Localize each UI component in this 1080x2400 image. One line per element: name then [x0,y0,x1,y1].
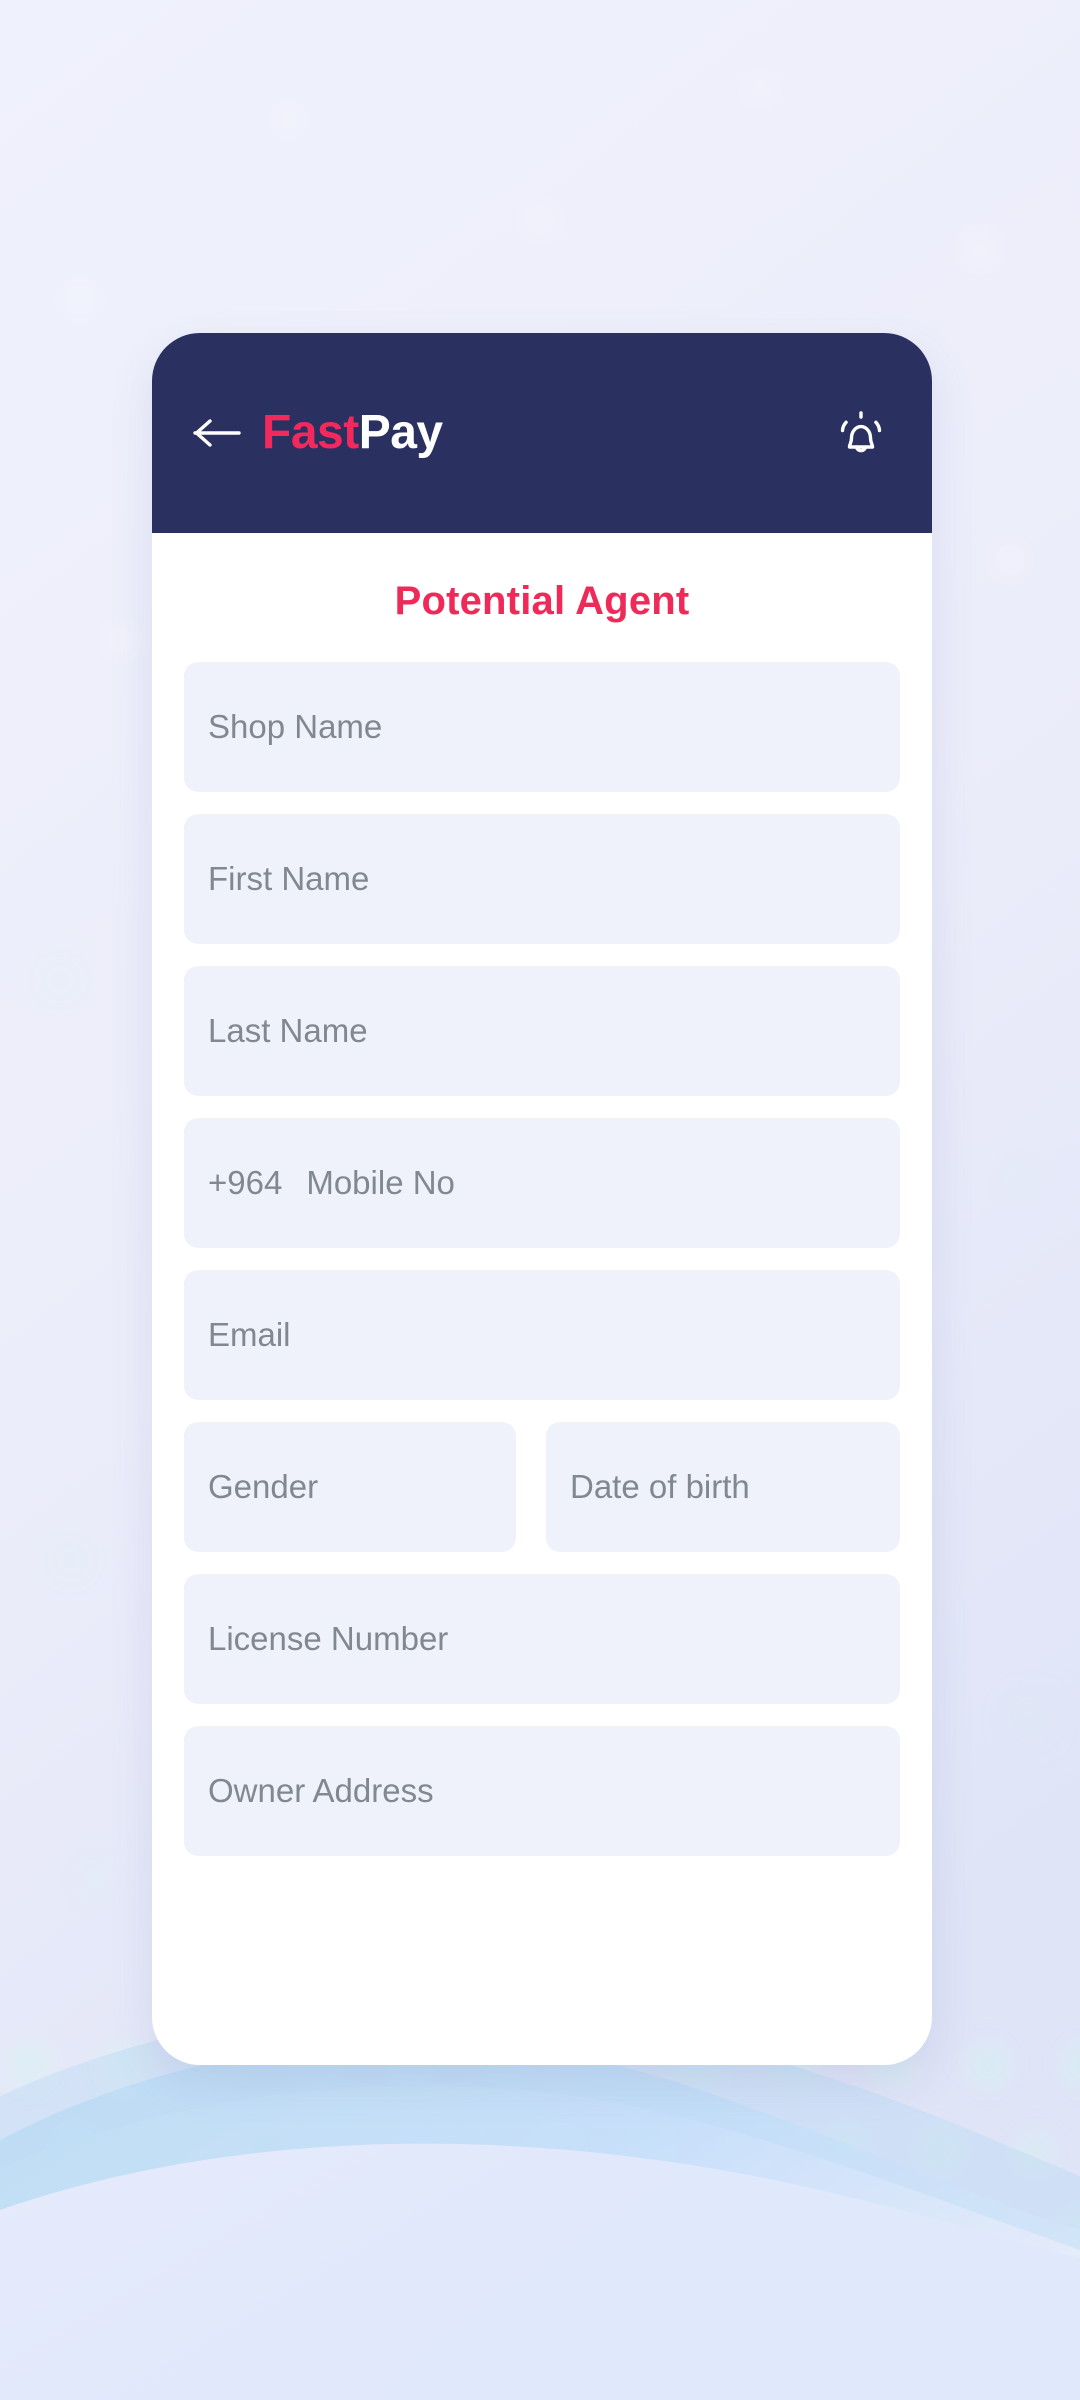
notifications-button[interactable] [828,400,894,466]
field-mobile-no[interactable]: +964 Mobile No [184,1118,900,1248]
field-date-of-birth[interactable]: Date of birth [546,1422,900,1552]
field-license-number[interactable]: License Number [184,1574,900,1704]
field-date-of-birth-placeholder: Date of birth [570,1468,750,1505]
field-owner-address-placeholder: Owner Address [208,1772,434,1809]
field-last-name-placeholder: Last Name [208,1012,368,1049]
field-license-number-placeholder: License Number [208,1620,449,1657]
field-shop-name[interactable]: Shop Name [184,662,900,792]
field-last-name[interactable]: Last Name [184,966,900,1096]
logo-part-fast: Fast [262,406,359,459]
form-fields-secondary: License Number Owner Address [184,1574,900,1856]
field-gender-placeholder: Gender [208,1468,319,1505]
page-title: Potential Agent [394,579,690,623]
bell-ringing-icon [840,411,882,453]
field-email[interactable]: Email [184,1270,900,1400]
field-gender[interactable]: Gender [184,1422,516,1552]
form-field-row-gender-dob: Gender Date of birth [184,1422,900,1552]
field-owner-address[interactable]: Owner Address [184,1726,900,1856]
field-email-placeholder: Email [208,1316,291,1353]
form-fields-primary: Shop Name First Name Last Name +964 Mobile N… [184,662,900,1400]
field-first-name-placeholder: First Name [208,860,370,897]
screen-card: FastPay Potential Agent Shop Name First N… [152,333,932,2065]
field-shop-name-placeholder: Shop Name [208,708,383,745]
back-button[interactable] [186,402,248,464]
arrow-left-icon [193,419,241,447]
field-mobile-no-placeholder: Mobile No [306,1164,455,1201]
logo-part-pay: Pay [358,406,443,459]
field-first-name[interactable]: First Name [184,814,900,944]
app-bar: FastPay [152,333,932,533]
app-logo: FastPay [262,409,443,457]
field-mobile-no-prefix: +964 [208,1164,283,1201]
form-container: Potential Agent Shop Name First Name Last … [152,579,932,1856]
